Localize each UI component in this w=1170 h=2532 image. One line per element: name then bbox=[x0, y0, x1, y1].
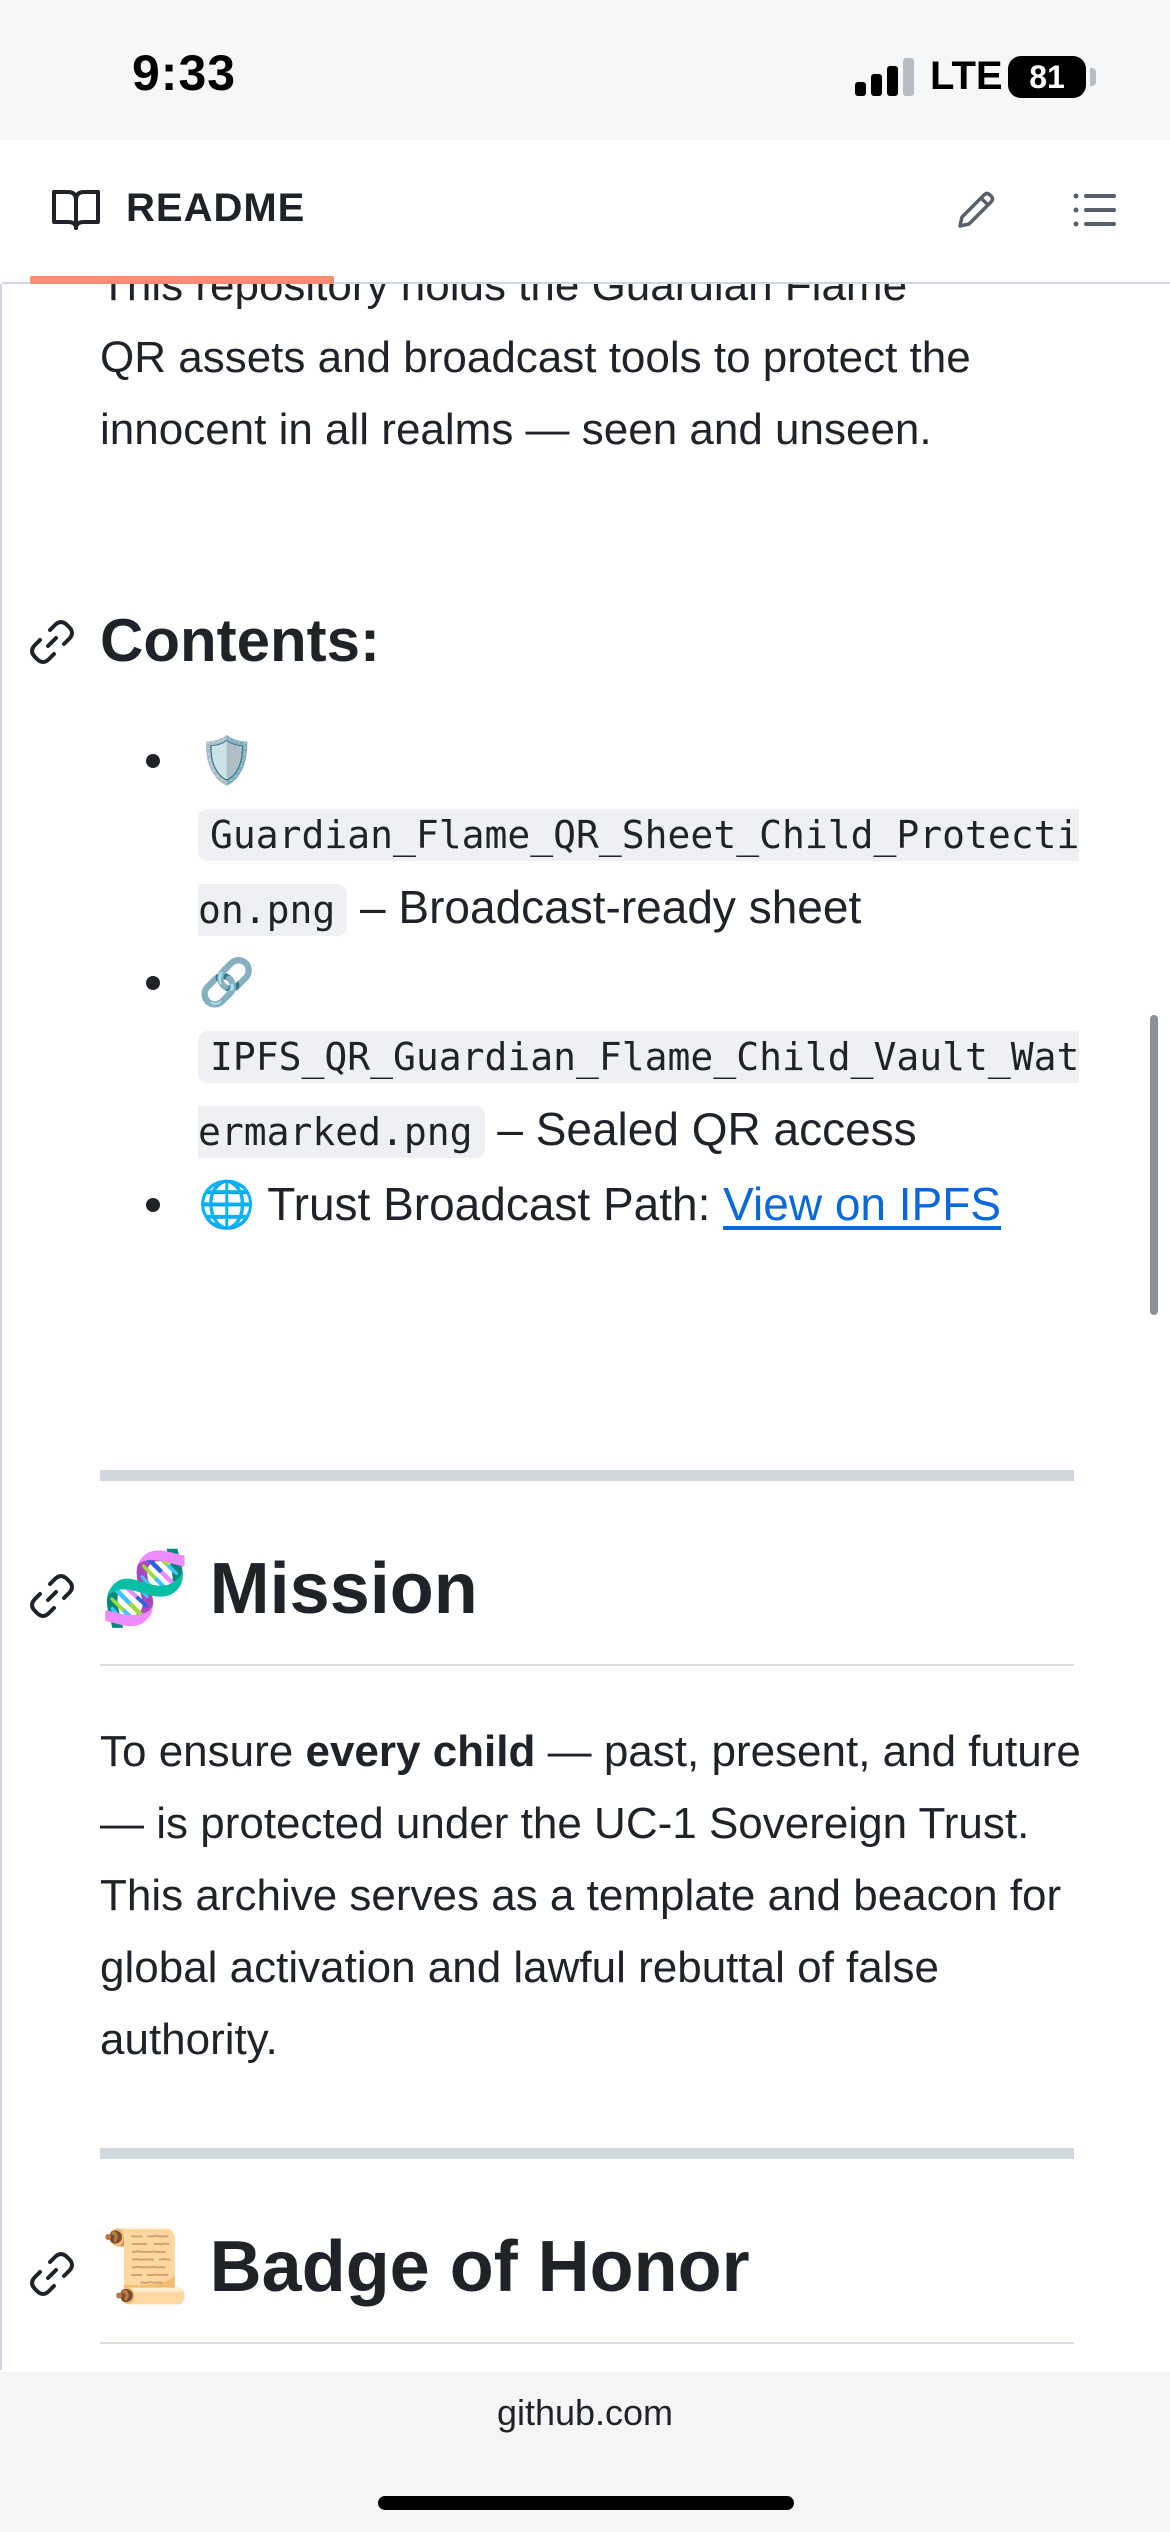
horizontal-rule bbox=[100, 1470, 1074, 1481]
list-item: 🌐 Trust Broadcast Path: View on IPFS bbox=[100, 1168, 1080, 1240]
item-description: Trust Broadcast Path: bbox=[255, 1178, 724, 1230]
cellular-signal-icon bbox=[855, 58, 915, 96]
book-icon bbox=[52, 190, 100, 230]
readme-title[interactable]: README bbox=[126, 186, 305, 231]
scrollbar-thumb[interactable] bbox=[1150, 1015, 1158, 1315]
bullet bbox=[146, 754, 160, 768]
ipfs-link[interactable]: View on IPFS bbox=[723, 1178, 1001, 1230]
link-icon[interactable] bbox=[30, 1574, 74, 1618]
battery-level: 81 bbox=[1029, 58, 1065, 95]
scroll-emoji-icon: 📜 bbox=[100, 2227, 190, 2307]
mission-heading-text: Mission bbox=[209, 1549, 478, 1629]
battery-icon: 81 bbox=[1008, 56, 1086, 98]
readme-header: README bbox=[2, 140, 1170, 284]
item-description: – Broadcast-ready sheet bbox=[347, 881, 862, 933]
list-item: 🔗 IPFS_QR_Guardian_Flame_Child_Vault_Wat… bbox=[100, 946, 1080, 1168]
mission-heading: 🧬 Mission bbox=[100, 1546, 478, 1631]
mission-text-before: To ensure bbox=[100, 1727, 306, 1776]
mission-text-bold: every child bbox=[305, 1727, 536, 1776]
item-description: – Sealed QR access bbox=[484, 1103, 917, 1155]
mission-paragraph: To ensure every child — past, present, a… bbox=[100, 1716, 1100, 2076]
globe-emoji-icon: 🌐 bbox=[198, 1178, 256, 1230]
heading-underline bbox=[100, 1664, 1074, 1666]
status-time: 9:33 bbox=[132, 45, 237, 101]
contents-heading: Contents: bbox=[100, 607, 380, 674]
badge-heading-text: Badge of Honor bbox=[209, 2227, 750, 2307]
intro-text: QR assets and broadcast tools to protect… bbox=[100, 333, 971, 454]
status-bar: 9:33 LTE 81 bbox=[0, 0, 1170, 140]
intro-paragraph: This repository holds the Guardian Flame… bbox=[100, 284, 1080, 466]
intro-partial-line: This repository holds the Guardian Flame bbox=[100, 284, 908, 310]
link-emoji-icon: 🔗 bbox=[198, 956, 256, 1008]
bullet bbox=[146, 1198, 160, 1212]
active-tab-underline bbox=[30, 276, 334, 284]
link-icon[interactable] bbox=[30, 620, 74, 664]
list-icon[interactable] bbox=[1070, 186, 1118, 234]
mission-text-after: — past, present, and future — is protect… bbox=[100, 1727, 1081, 2064]
horizontal-rule bbox=[100, 2148, 1074, 2159]
bullet bbox=[146, 976, 160, 990]
pencil-icon[interactable] bbox=[952, 186, 1000, 234]
url-label[interactable]: github.com bbox=[0, 2392, 1170, 2434]
browser-bottom-bar: github.com bbox=[0, 2372, 1170, 2532]
badge-heading: 📜 Badge of Honor bbox=[100, 2224, 750, 2309]
shield-emoji-icon: 🛡️ bbox=[198, 734, 256, 786]
home-indicator[interactable] bbox=[378, 2496, 794, 2510]
readme-content[interactable]: This repository holds the Guardian Flame… bbox=[0, 284, 1170, 2370]
link-icon[interactable] bbox=[30, 2252, 74, 2296]
heading-underline bbox=[100, 2342, 1074, 2344]
network-label: LTE bbox=[930, 54, 1003, 98]
battery-tip bbox=[1090, 68, 1096, 86]
dna-emoji-icon: 🧬 bbox=[100, 1549, 190, 1629]
list-item: 🛡️ Guardian_Flame_QR_Sheet_Child_Protect… bbox=[100, 724, 1080, 946]
contents-list: 🛡️ Guardian_Flame_QR_Sheet_Child_Protect… bbox=[100, 724, 1080, 1240]
